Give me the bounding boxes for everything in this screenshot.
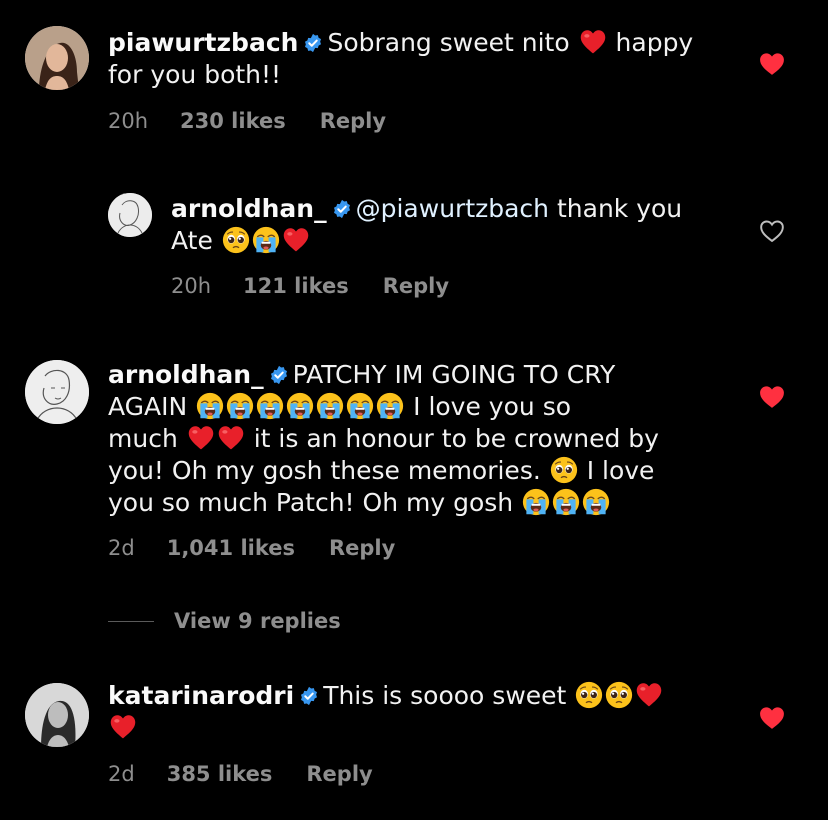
comment-text: katarinarodri This is soooo sweet [108,680,738,744]
comment-meta: 2d 1,041 likes Reply [108,536,395,560]
divider-line [108,620,154,622]
verified-badge-icon [269,365,289,385]
comments-page: piawurtzbach Sobrang sweet nito happy for… [0,0,828,820]
timestamp[interactable]: 20h [171,274,211,298]
reply-button[interactable]: Reply [320,109,386,133]
like-heart-icon[interactable] [759,52,785,76]
loudly-crying-face-emoji-icon [552,488,580,516]
loudly-crying-face-emoji-icon [256,392,284,420]
pleading-face-emoji-icon [605,681,633,709]
loudly-crying-face-emoji-icon [286,392,314,420]
comment-meta: 2d 385 likes Reply [108,762,373,786]
comment-text: arnoldhan_ PATCHY IM GOING TO CRY AGAIN I… [108,360,659,517]
likes-count[interactable]: 230 likes [180,109,286,133]
pleading-face-emoji-icon [222,226,250,254]
username[interactable]: katarinarodri [108,681,294,710]
likes-count[interactable]: 1,041 likes [167,536,295,560]
timestamp[interactable]: 2d [108,762,135,786]
verified-badge-icon [299,686,319,706]
verified-badge-icon [303,33,323,53]
comment-meta: 20h 121 likes Reply [171,274,449,298]
red-heart-emoji-icon [282,226,310,254]
view-replies-label: View 9 replies [174,609,341,633]
red-heart-emoji-icon [579,28,607,56]
reply-button[interactable]: Reply [306,762,372,786]
red-heart-emoji-icon [635,681,663,709]
red-heart-emoji-icon [109,713,137,741]
avatar[interactable] [25,360,89,424]
username[interactable]: arnoldhan_ [108,360,264,389]
loudly-crying-face-emoji-icon [346,392,374,420]
username[interactable]: arnoldhan_ [171,194,327,223]
mention-link[interactable]: @piawurtzbach [356,194,549,223]
like-heart-icon[interactable] [759,385,785,409]
like-heart-icon[interactable] [759,706,785,730]
comment-text: arnoldhan_ @piawurtzbach thank you Ate [171,194,683,255]
pleading-face-emoji-icon [575,681,603,709]
loudly-crying-face-emoji-icon [582,488,610,516]
avatar[interactable] [25,26,89,90]
username[interactable]: piawurtzbach [108,28,298,57]
loudly-crying-face-emoji-icon [316,392,344,420]
red-heart-emoji-icon [187,424,215,452]
timestamp[interactable]: 2d [108,536,135,560]
comment-text: piawurtzbach Sobrang sweet nito happy for… [108,28,694,89]
timestamp[interactable]: 20h [108,109,148,133]
loudly-crying-face-emoji-icon [522,488,550,516]
likes-count[interactable]: 385 likes [167,762,273,786]
like-heart-outline-icon[interactable] [759,219,785,243]
reply-button[interactable]: Reply [329,536,395,560]
avatar[interactable] [25,683,89,747]
reply-button[interactable]: Reply [383,274,449,298]
verified-badge-icon [332,199,352,219]
avatar[interactable] [108,193,152,237]
view-replies-button[interactable]: View 9 replies [108,609,341,633]
loudly-crying-face-emoji-icon [196,392,224,420]
red-heart-emoji-icon [217,424,245,452]
loudly-crying-face-emoji-icon [252,226,280,254]
comment-meta: 20h 230 likes Reply [108,109,386,133]
likes-count[interactable]: 121 likes [243,274,349,298]
loudly-crying-face-emoji-icon [376,392,404,420]
pleading-face-emoji-icon [550,456,578,484]
loudly-crying-face-emoji-icon [226,392,254,420]
